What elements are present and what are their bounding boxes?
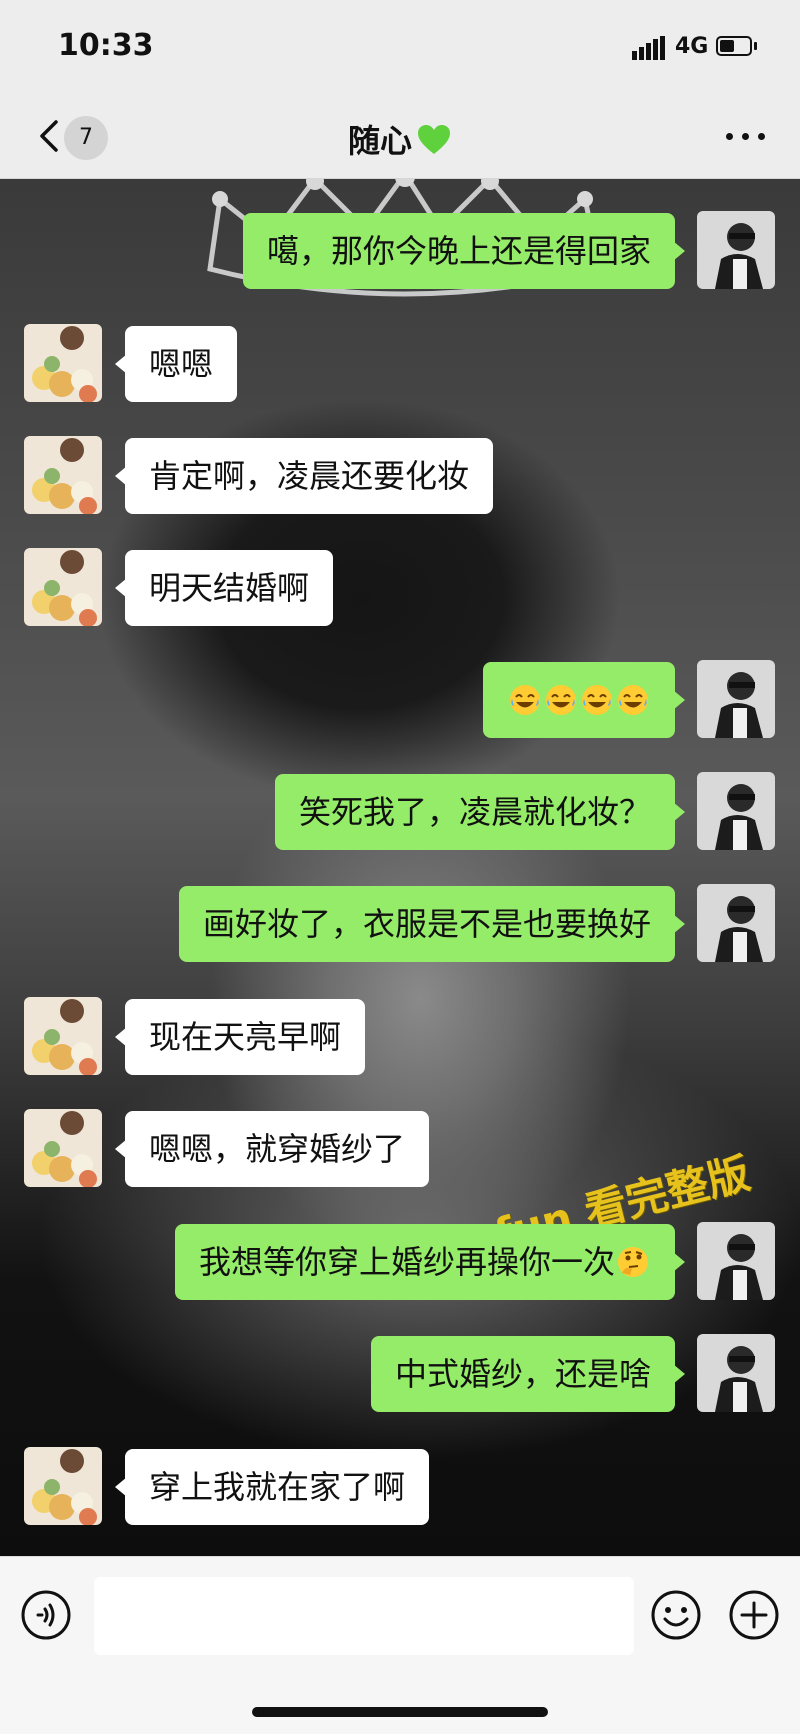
thinking-face-emoji xyxy=(616,1230,650,1277)
message-bubble-sent[interactable]: 中式婚纱，还是啥 xyxy=(370,1336,686,1412)
message-row: 嗯嗯，就穿婚纱了 xyxy=(0,1109,800,1187)
voice-input-icon[interactable] xyxy=(20,1589,72,1641)
status-bar: 10:33 4G xyxy=(0,0,800,100)
message-row xyxy=(0,660,800,738)
message-row: 嗯嗯 xyxy=(0,324,800,402)
message-bubble-received[interactable]: 现在天亮早啊 xyxy=(114,999,366,1075)
contact-avatar[interactable] xyxy=(24,324,102,402)
message-bubble-received[interactable]: 嗯嗯，就穿婚纱了 xyxy=(114,1111,430,1187)
chat-message-list[interactable]: 91cg.fun 看完整版 噶，那你今晚上还是得回家 嗯嗯 肯定啊，凌晨还要化妆… xyxy=(0,179,800,1556)
message-row: 我想等你穿上婚纱再操你一次 xyxy=(0,1222,800,1300)
my-avatar[interactable] xyxy=(697,772,775,850)
message-row: 笑死我了，凌晨就化妆？ xyxy=(0,772,800,850)
contact-avatar[interactable] xyxy=(24,997,102,1075)
message-row: 画好妆了，衣服是不是也要换好 xyxy=(0,884,800,962)
message-bubble-sent[interactable] xyxy=(483,662,685,738)
my-avatar[interactable] xyxy=(697,211,775,289)
my-avatar[interactable] xyxy=(697,660,775,738)
green-heart-icon xyxy=(416,124,452,156)
message-input[interactable] xyxy=(94,1577,634,1655)
contact-avatar[interactable] xyxy=(24,548,102,626)
laughing-tears-emoji xyxy=(616,668,650,715)
message-row: 中式婚纱，还是啥 xyxy=(0,1334,800,1412)
message-bubble-received[interactable]: 穿上我就在家了啊 xyxy=(114,1449,430,1525)
my-avatar[interactable] xyxy=(697,884,775,962)
contact-avatar[interactable] xyxy=(24,1447,102,1525)
emoji-picker-icon[interactable] xyxy=(650,1589,702,1641)
chat-header: 7 随心 xyxy=(0,100,800,179)
message-row: 噶，那你今晚上还是得回家 xyxy=(0,211,800,289)
chat-title: 随心 xyxy=(0,116,800,162)
laughing-tears-emoji xyxy=(580,668,614,715)
contact-avatar[interactable] xyxy=(24,436,102,514)
message-row: 穿上我就在家了啊 xyxy=(0,1447,800,1525)
network-type: 4G xyxy=(675,34,709,59)
more-actions-plus-icon[interactable] xyxy=(728,1589,780,1641)
message-bubble-sent[interactable]: 画好妆了，衣服是不是也要换好 xyxy=(178,886,686,962)
home-indicator xyxy=(252,1707,548,1717)
laughing-tears-emoji xyxy=(544,668,578,715)
message-row: 明天结婚啊 xyxy=(0,548,800,626)
message-row: 肯定啊，凌晨还要化妆 xyxy=(0,436,800,514)
message-bubble-sent[interactable]: 我想等你穿上婚纱再操你一次 xyxy=(174,1224,686,1300)
message-bubble-sent[interactable]: 噶，那你今晚上还是得回家 xyxy=(242,213,686,289)
message-bubble-received[interactable]: 明天结婚啊 xyxy=(114,550,334,626)
battery-icon xyxy=(716,36,752,56)
laughing-tears-emoji xyxy=(508,668,542,715)
message-bubble-received[interactable]: 嗯嗯 xyxy=(114,326,238,402)
signal-icon xyxy=(632,36,666,60)
my-avatar[interactable] xyxy=(697,1334,775,1412)
status-time: 10:33 xyxy=(58,28,154,63)
contact-avatar[interactable] xyxy=(24,1109,102,1187)
chat-title-text: 随心 xyxy=(347,122,412,160)
message-bubble-received[interactable]: 肯定啊，凌晨还要化妆 xyxy=(114,438,494,514)
more-options-icon[interactable] xyxy=(724,126,768,146)
message-input-bar xyxy=(0,1556,800,1734)
message-text: 我想等你穿上婚纱再操你一次 xyxy=(198,1243,615,1281)
my-avatar[interactable] xyxy=(697,1222,775,1300)
message-bubble-sent[interactable]: 笑死我了，凌晨就化妆？ xyxy=(274,774,686,850)
message-row: 现在天亮早啊 xyxy=(0,997,800,1075)
